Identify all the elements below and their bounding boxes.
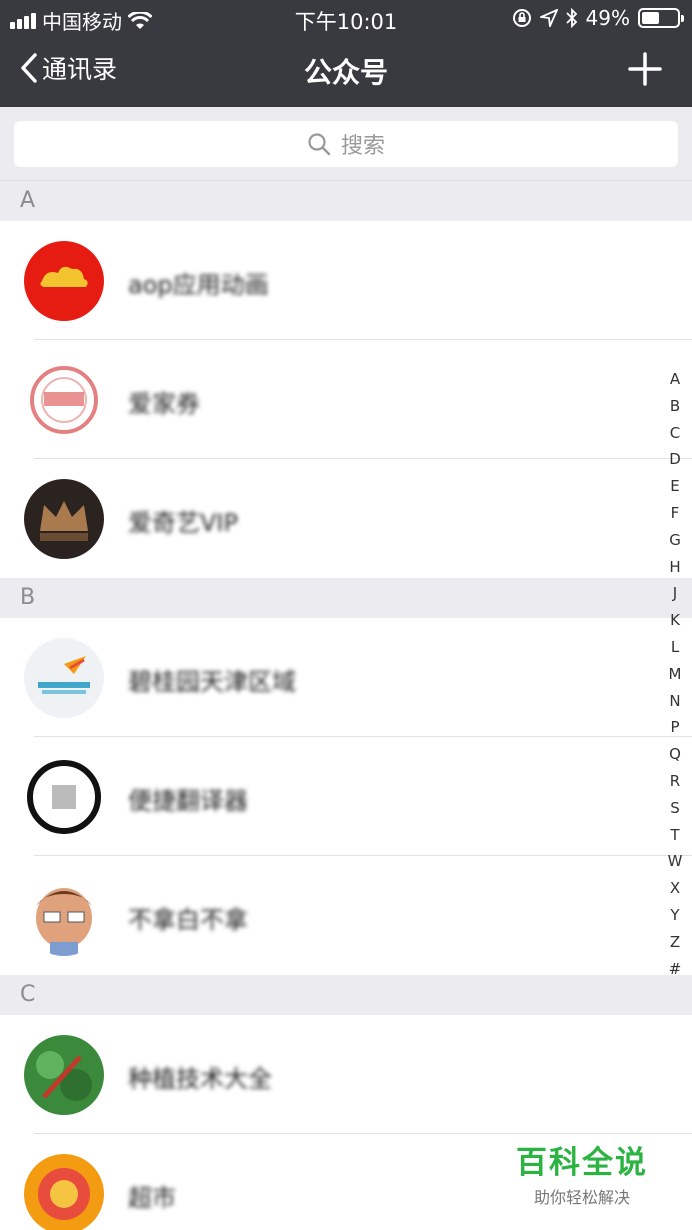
account-name: 种植技术大全 bbox=[128, 1065, 272, 1093]
index-letter-hash[interactable]: # bbox=[669, 956, 682, 983]
avatar bbox=[24, 876, 104, 956]
avatar bbox=[24, 1154, 104, 1230]
index-letter-y[interactable]: Y bbox=[670, 902, 679, 929]
account-name: 超市 bbox=[128, 1184, 176, 1212]
avatar bbox=[24, 1035, 104, 1115]
index-letter-q[interactable]: Q bbox=[669, 741, 681, 768]
index-letter-e[interactable]: E bbox=[670, 473, 679, 500]
back-button[interactable]: 通讯录 bbox=[20, 50, 117, 86]
orange-logo-icon bbox=[38, 1168, 90, 1220]
location-icon bbox=[539, 9, 558, 27]
crown-logo-icon bbox=[40, 501, 88, 541]
list-item[interactable]: 便捷翻译器 bbox=[0, 737, 692, 856]
account-name: 爱家券 bbox=[128, 390, 200, 418]
watermark-title: 百科全说 bbox=[516, 1145, 648, 1181]
index-letter-p[interactable]: P bbox=[670, 714, 679, 741]
avatar bbox=[24, 479, 104, 559]
account-name: 爱奇艺VIP bbox=[128, 509, 238, 537]
landscape-logo-icon bbox=[38, 656, 90, 694]
index-letter-n[interactable]: N bbox=[669, 688, 680, 715]
index-letter-k[interactable]: K bbox=[670, 607, 680, 634]
search-area: 搜索 bbox=[0, 107, 692, 181]
search-input[interactable]: 搜索 bbox=[14, 121, 678, 167]
plus-icon[interactable] bbox=[628, 52, 662, 86]
avatar bbox=[24, 360, 104, 440]
cartoon-face-logo-icon bbox=[36, 888, 92, 956]
index-letter-z[interactable]: Z bbox=[670, 929, 680, 956]
index-letter-l[interactable]: L bbox=[671, 634, 679, 661]
avatar bbox=[24, 241, 104, 321]
account-name: 碧桂园天津区域 bbox=[128, 668, 296, 696]
index-letter-b[interactable]: B bbox=[670, 393, 680, 420]
circle-logo-icon bbox=[27, 760, 101, 834]
index-letter-d[interactable]: D bbox=[669, 446, 681, 473]
index-letter-a[interactable]: A bbox=[670, 366, 680, 393]
search-placeholder: 搜索 bbox=[340, 134, 385, 159]
account-name: 便捷翻译器 bbox=[128, 787, 248, 815]
watermark: 百科全说 助你轻松解决 bbox=[496, 1135, 668, 1207]
list-item[interactable]: aop应用动画 bbox=[0, 221, 692, 340]
list-item[interactable]: 种植技术大全 bbox=[0, 1015, 692, 1134]
nav-bar: 通讯录 公众号 bbox=[0, 36, 692, 107]
section-header-c: C bbox=[0, 975, 692, 1015]
avatar bbox=[24, 757, 104, 837]
account-name: 不拿白不拿 bbox=[128, 906, 248, 934]
status-right: 49% bbox=[512, 6, 684, 30]
top-bar: 中国移动 下午10:01 49% 通讯录 公众号 bbox=[0, 0, 692, 107]
index-letter-g[interactable]: G bbox=[669, 527, 681, 554]
bluetooth-icon bbox=[565, 8, 577, 28]
index-letter-t[interactable]: T bbox=[670, 822, 679, 849]
index-letter-f[interactable]: F bbox=[671, 500, 680, 527]
avatar bbox=[24, 638, 104, 718]
battery-percent: 49% bbox=[585, 6, 630, 30]
index-letter-h[interactable]: H bbox=[669, 554, 680, 581]
list-item[interactable]: 不拿白不拿 bbox=[0, 856, 692, 975]
search-icon bbox=[308, 133, 331, 156]
battery-fill bbox=[642, 12, 659, 24]
status-bar: 中国移动 下午10:01 49% bbox=[0, 0, 692, 36]
red-cloud-logo-icon bbox=[40, 266, 88, 287]
account-name: aop应用动画 bbox=[128, 271, 269, 299]
stamp-logo-icon bbox=[30, 366, 98, 434]
index-letter-j[interactable]: J bbox=[673, 580, 677, 607]
section-header-b: B bbox=[0, 578, 692, 618]
index-letter-x[interactable]: X bbox=[670, 875, 680, 902]
battery-icon bbox=[638, 8, 684, 28]
index-letter-m[interactable]: M bbox=[669, 661, 682, 688]
section-header-a: A bbox=[0, 181, 692, 221]
index-letter-r[interactable]: R bbox=[670, 768, 680, 795]
alphabet-index[interactable]: A B C D E F G H J K L M N P Q R S T W X Y Z # bbox=[666, 366, 684, 982]
list-item[interactable]: 爱奇艺VIP bbox=[0, 459, 692, 578]
list-item[interactable]: 爱家券 bbox=[0, 340, 692, 459]
back-label: 通讯录 bbox=[42, 55, 118, 84]
account-list: A aop应用动画 爱家券 爱奇艺VIP B 碧桂园天津区域 便捷翻译器 不拿白… bbox=[0, 181, 692, 1230]
index-letter-c[interactable]: C bbox=[670, 420, 680, 447]
orientation-lock-icon bbox=[512, 9, 531, 27]
chevron-left-icon bbox=[21, 53, 37, 83]
index-letter-w[interactable]: W bbox=[668, 848, 683, 875]
watermark-subtitle: 助你轻松解决 bbox=[533, 1188, 630, 1207]
index-letter-s[interactable]: S bbox=[670, 795, 680, 822]
list-item[interactable]: 碧桂园天津区域 bbox=[0, 618, 692, 737]
plant-logo-icon bbox=[36, 1051, 92, 1101]
